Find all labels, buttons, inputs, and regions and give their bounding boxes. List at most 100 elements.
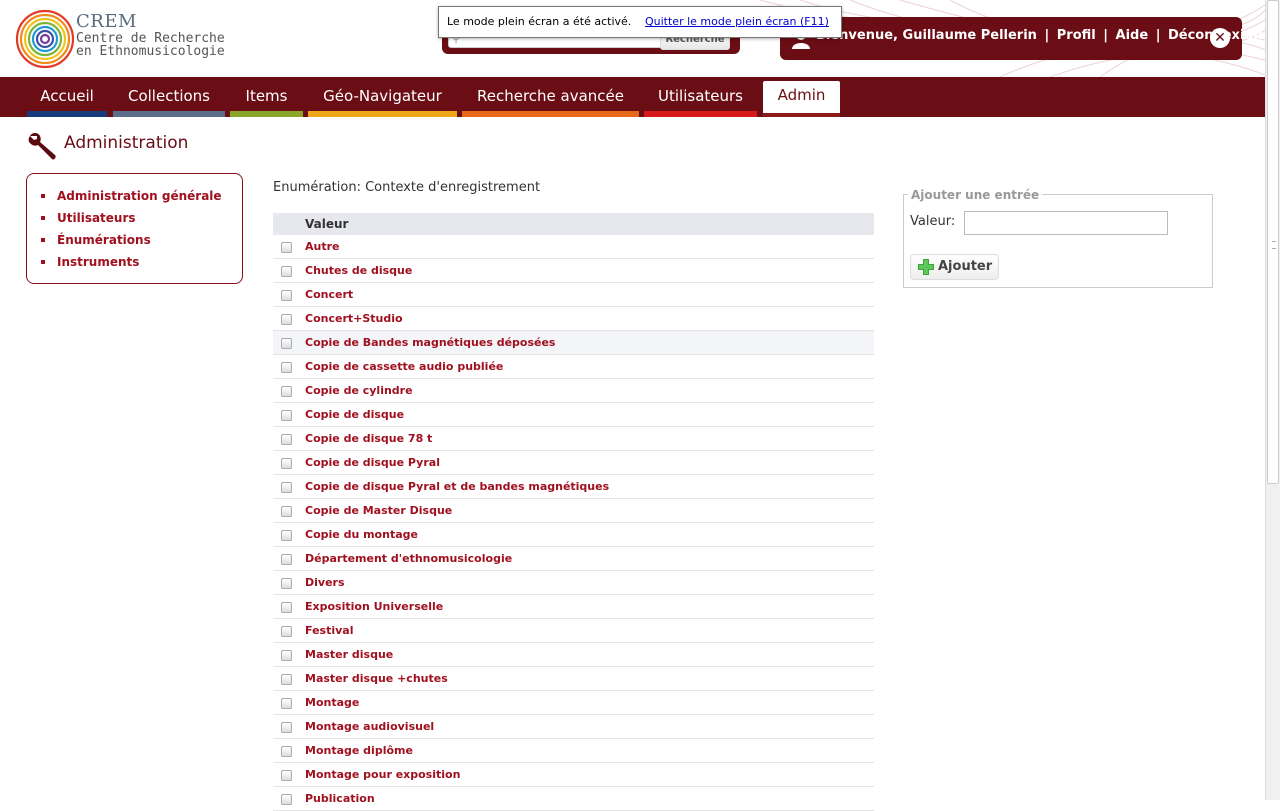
row-checkbox[interactable] <box>281 362 292 373</box>
profile-link[interactable]: Profil <box>1057 28 1096 43</box>
table-row: Département d'ethnomusicologie <box>273 547 874 571</box>
tab-label: Collections <box>127 87 210 105</box>
tab-color-bar <box>230 111 303 117</box>
row-value-link[interactable]: Copie de disque Pyral <box>305 456 440 469</box>
tab-recherche-avancee[interactable]: Recherche avancée <box>462 82 639 117</box>
help-link[interactable]: Aide <box>1116 28 1149 43</box>
tab-color-bar <box>763 113 840 117</box>
user-links: Bienvenue, Guillaume Pellerin | Profil |… <box>816 28 1263 43</box>
row-checkbox[interactable] <box>281 434 292 445</box>
table-row: Copie de Master Disque <box>273 499 874 523</box>
table-row: Copie de cylindre <box>273 379 874 403</box>
tab-label: Utilisateurs <box>658 87 743 105</box>
table-row: Master disque <box>273 643 874 667</box>
tab-label: Items <box>245 87 288 105</box>
tab-utilisateurs[interactable]: Utilisateurs <box>644 82 757 117</box>
user-panel: Bienvenue, Guillaume Pellerin | Profil |… <box>780 17 1263 60</box>
row-value-link[interactable]: Département d'ethnomusicologie <box>305 552 512 565</box>
row-value-link[interactable]: Divers <box>305 576 345 589</box>
row-checkbox[interactable] <box>281 746 292 757</box>
row-checkbox[interactable] <box>281 770 292 781</box>
row-checkbox[interactable] <box>281 698 292 709</box>
tab-admin[interactable]: Admin <box>763 81 840 117</box>
tab-color-bar <box>27 111 107 117</box>
admin-sidebar: Administration générale Utilisateurs Énu… <box>26 173 243 284</box>
table-row: Autre <box>273 235 874 259</box>
wrench-icon <box>28 133 56 160</box>
table-row: Master disque +chutes <box>273 667 874 691</box>
table-body: Autre Chutes de disque Concert Concert+Stud… <box>273 235 874 811</box>
row-checkbox[interactable] <box>281 266 292 277</box>
row-value-link[interactable]: Festival <box>305 624 353 637</box>
table-row: Divers <box>273 571 874 595</box>
row-checkbox[interactable] <box>281 458 292 469</box>
row-checkbox[interactable] <box>281 626 292 637</box>
table-row: Copie de Bandes magnétiques déposées <box>273 331 874 355</box>
row-value-link[interactable]: Montage pour exposition <box>305 768 460 781</box>
add-button[interactable]: Ajouter <box>910 254 999 280</box>
row-value-link[interactable]: Exposition Universelle <box>305 600 443 613</box>
tab-color-bar <box>113 111 225 117</box>
row-value-link[interactable]: Copie de disque <box>305 408 404 421</box>
row-value-link[interactable]: Concert <box>305 288 353 301</box>
row-checkbox[interactable] <box>281 314 292 325</box>
row-checkbox[interactable] <box>281 410 292 421</box>
sidebar-item-instruments[interactable]: Instruments <box>41 253 222 275</box>
row-value-link[interactable]: Montage audiovisuel <box>305 720 434 733</box>
tab-geo-navigateur[interactable]: Géo-Navigateur <box>308 82 457 117</box>
row-checkbox[interactable] <box>281 482 292 493</box>
row-checkbox[interactable] <box>281 602 292 613</box>
row-value-link[interactable]: Copie de cassette audio publiée <box>305 360 503 373</box>
table-row: Publication <box>273 787 874 811</box>
tab-color-bar <box>308 111 457 117</box>
crem-logo[interactable] <box>14 8 76 70</box>
sidebar-item-general[interactable]: Administration générale <box>41 187 222 209</box>
row-checkbox[interactable] <box>281 290 292 301</box>
sidebar-item-users[interactable]: Utilisateurs <box>41 209 222 231</box>
row-value-link[interactable]: Copie de Bandes magnétiques déposées <box>305 336 555 349</box>
table-row: Copie de disque <box>273 403 874 427</box>
vertical-scrollbar[interactable] <box>1265 0 1280 800</box>
tab-accueil[interactable]: Accueil <box>27 82 107 117</box>
tab-label: Accueil <box>40 87 94 105</box>
row-value-link[interactable]: Copie de disque 78 t <box>305 432 432 445</box>
close-icon[interactable]: ✕ <box>1210 28 1230 48</box>
row-checkbox[interactable] <box>281 506 292 517</box>
row-value-link[interactable]: Montage <box>305 696 359 709</box>
tab-color-bar <box>462 111 639 117</box>
row-checkbox[interactable] <box>281 338 292 349</box>
exit-fullscreen-link[interactable]: Quitter le mode plein écran (F11) <box>645 15 829 28</box>
row-checkbox[interactable] <box>281 242 292 253</box>
row-checkbox[interactable] <box>281 722 292 733</box>
tab-label: Admin <box>777 86 826 104</box>
value-input[interactable] <box>964 211 1168 235</box>
tab-collections[interactable]: Collections <box>113 82 225 117</box>
table-row: Montage <box>273 691 874 715</box>
sidebar-item-enumerations[interactable]: Énumérations <box>41 231 222 253</box>
row-value-link[interactable]: Concert+Studio <box>305 312 403 325</box>
enumeration-title: Enumération: Contexte d'enregistrement <box>273 180 541 195</box>
row-value-link[interactable]: Copie de cylindre <box>305 384 413 397</box>
row-value-link[interactable]: Copie de disque Pyral et de bandes magné… <box>305 480 609 493</box>
tab-items[interactable]: Items <box>230 82 303 117</box>
row-value-link[interactable]: Master disque +chutes <box>305 672 448 685</box>
row-checkbox[interactable] <box>281 674 292 685</box>
row-checkbox[interactable] <box>281 578 292 589</box>
row-checkbox[interactable] <box>281 386 292 397</box>
row-value-link[interactable]: Copie de Master Disque <box>305 504 452 517</box>
table-row: Copie de disque 78 t <box>273 427 874 451</box>
row-value-link[interactable]: Autre <box>305 240 340 253</box>
row-value-link[interactable]: Publication <box>305 792 375 805</box>
scrollbar-thumb[interactable] <box>1267 0 1279 484</box>
row-value-link[interactable]: Chutes de disque <box>305 264 412 277</box>
enumeration-table: Valeur Autre Chutes de disque Concert Conce… <box>273 213 874 811</box>
add-button-label: Ajouter <box>938 259 993 274</box>
row-checkbox[interactable] <box>281 530 292 541</box>
table-row: Festival <box>273 619 874 643</box>
row-value-link[interactable]: Master disque <box>305 648 393 661</box>
row-value-link[interactable]: Montage diplôme <box>305 744 413 757</box>
row-checkbox[interactable] <box>281 650 292 661</box>
separator: | <box>1155 28 1161 43</box>
row-value-link[interactable]: Copie du montage <box>305 528 418 541</box>
row-checkbox[interactable] <box>281 554 292 565</box>
